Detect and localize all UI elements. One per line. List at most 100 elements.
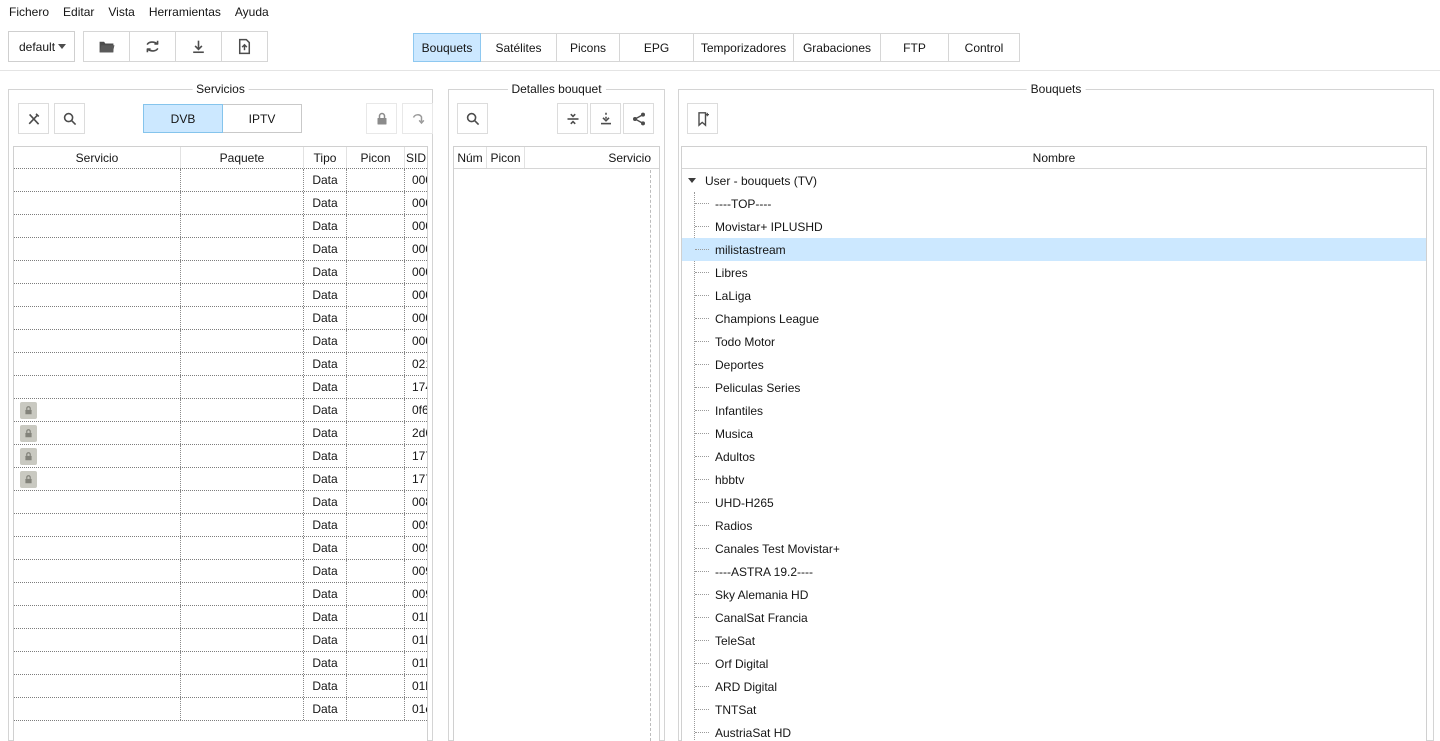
col-nombre[interactable]: Nombre (682, 147, 1426, 168)
tree-item[interactable]: Deportes (682, 353, 1426, 376)
col-num[interactable]: Núm (454, 147, 487, 168)
transfer-button[interactable] (129, 31, 176, 62)
tree-item[interactable]: ----ASTRA 19.2---- (682, 560, 1426, 583)
table-row[interactable]: Data 009 (14, 514, 427, 537)
collapse-button[interactable] (557, 103, 588, 134)
download-button[interactable] (175, 31, 222, 62)
toggle-iptv[interactable]: IPTV (222, 104, 302, 133)
tree-item[interactable]: CanalSat Francia (682, 606, 1426, 629)
table-row[interactable]: Data 01b (14, 606, 427, 629)
table-row[interactable]: Data 177 (14, 468, 427, 491)
services-search-button[interactable] (54, 103, 85, 134)
cell-picon (347, 422, 405, 444)
tree-item[interactable]: Peliculas Series (682, 376, 1426, 399)
tree-item[interactable]: ARD Digital (682, 675, 1426, 698)
tree-item[interactable]: Movistar+ IPLUSHD (682, 215, 1426, 238)
tree-item[interactable]: TNTSat (682, 698, 1426, 721)
tab-picons[interactable]: Picons (556, 33, 620, 62)
details-search-button[interactable] (457, 103, 488, 134)
cell-picon (347, 445, 405, 467)
rotate-down-button[interactable] (402, 103, 433, 134)
col-servicio[interactable]: Servicio (14, 147, 181, 168)
col-tipo[interactable]: Tipo (304, 147, 347, 168)
menu-item-ayuda[interactable]: Ayuda (228, 1, 276, 23)
cell-picon (347, 675, 405, 697)
lock-button[interactable] (366, 103, 397, 134)
tree-item[interactable]: Adultos (682, 445, 1426, 468)
table-row[interactable]: Data 174 (14, 376, 427, 399)
tree-item[interactable]: Champions League (682, 307, 1426, 330)
menu-item-editar[interactable]: Editar (56, 1, 101, 23)
cell-picon (347, 583, 405, 605)
tab-grabaciones[interactable]: Grabaciones (793, 33, 881, 62)
table-row[interactable]: Data 0f6 (14, 399, 427, 422)
col-picon[interactable]: Picon (487, 147, 525, 168)
col-picon[interactable]: Picon (347, 147, 405, 168)
menu-item-vista[interactable]: Vista (101, 1, 141, 23)
table-row[interactable]: Data 009 (14, 583, 427, 606)
add-bouquet-button[interactable] (687, 103, 718, 134)
table-row[interactable]: Data 01b (14, 652, 427, 675)
table-row[interactable]: Data 000 (14, 215, 427, 238)
tree-item[interactable]: AustriaSat HD (682, 721, 1426, 741)
table-row[interactable]: Data 000 (14, 192, 427, 215)
table-row[interactable]: Data 01b (14, 629, 427, 652)
cell-picon (347, 284, 405, 306)
tree-item[interactable]: LaLiga (682, 284, 1426, 307)
tree-item[interactable]: UHD-H265 (682, 491, 1426, 514)
table-row[interactable]: Data 000 (14, 284, 427, 307)
edit-off-button[interactable] (18, 103, 49, 134)
tree-item[interactable]: Todo Motor (682, 330, 1426, 353)
tab-bouquets[interactable]: Bouquets (413, 33, 481, 62)
table-row[interactable]: Data 000 (14, 238, 427, 261)
tree-item[interactable]: Canales Test Movistar+ (682, 537, 1426, 560)
table-row[interactable]: Data 000 (14, 261, 427, 284)
tree-item[interactable]: Orf Digital (682, 652, 1426, 675)
col-sid[interactable]: SID (405, 147, 427, 168)
toggle-dvb[interactable]: DVB (143, 104, 223, 133)
table-row[interactable]: Data 177 (14, 445, 427, 468)
table-row[interactable]: Data 2d6 (14, 422, 427, 445)
tab-satélites[interactable]: Satélites (480, 33, 557, 62)
tree-item-label: Sky Alemania HD (715, 588, 808, 602)
tree-item[interactable]: Radios (682, 514, 1426, 537)
tree-item[interactable]: hbbtv (682, 468, 1426, 491)
table-row[interactable]: Data 000 (14, 330, 427, 353)
table-row[interactable]: Data 000 (14, 307, 427, 330)
tab-temporizadores[interactable]: Temporizadores (693, 33, 794, 62)
tree-item[interactable]: TeleSat (682, 629, 1426, 652)
tree-item[interactable]: Libres (682, 261, 1426, 284)
tab-control[interactable]: Control (948, 33, 1020, 62)
table-row[interactable]: Data 009 (14, 537, 427, 560)
tree-item[interactable]: Sky Alemania HD (682, 583, 1426, 606)
cell-tipo: Data (304, 675, 347, 697)
open-folder-button[interactable] (83, 31, 130, 62)
share-button[interactable] (623, 103, 654, 134)
profile-select[interactable]: default (8, 31, 75, 62)
tree-item[interactable]: ----TOP---- (682, 192, 1426, 215)
expander-down-icon[interactable] (688, 178, 696, 183)
cell-servicio (14, 537, 181, 559)
import-file-button[interactable] (221, 31, 268, 62)
tree-item[interactable]: milistastream (682, 238, 1426, 261)
tree-item-label: Adultos (715, 450, 755, 464)
tree-item[interactable]: Infantiles (682, 399, 1426, 422)
cell-tipo: Data (304, 169, 347, 191)
tree-item[interactable]: Musica (682, 422, 1426, 445)
table-row[interactable]: Data 01b (14, 675, 427, 698)
cell-servicio (14, 376, 181, 398)
col-servicio[interactable]: Servicio (525, 147, 659, 168)
tab-epg[interactable]: EPG (619, 33, 694, 62)
table-row[interactable]: Data 008 (14, 491, 427, 514)
tab-ftp[interactable]: FTP (880, 33, 949, 62)
download-list-button[interactable] (590, 103, 621, 134)
table-row[interactable]: Data 000 (14, 169, 427, 192)
cell-paquete (181, 514, 304, 536)
table-row[interactable]: Data 01c (14, 698, 427, 721)
table-row[interactable]: Data 021 (14, 353, 427, 376)
tree-root-item[interactable]: User - bouquets (TV) (682, 169, 1426, 192)
menu-item-fichero[interactable]: Fichero (2, 1, 56, 23)
menu-item-herramientas[interactable]: Herramientas (142, 1, 228, 23)
col-paquete[interactable]: Paquete (181, 147, 304, 168)
table-row[interactable]: Data 009 (14, 560, 427, 583)
